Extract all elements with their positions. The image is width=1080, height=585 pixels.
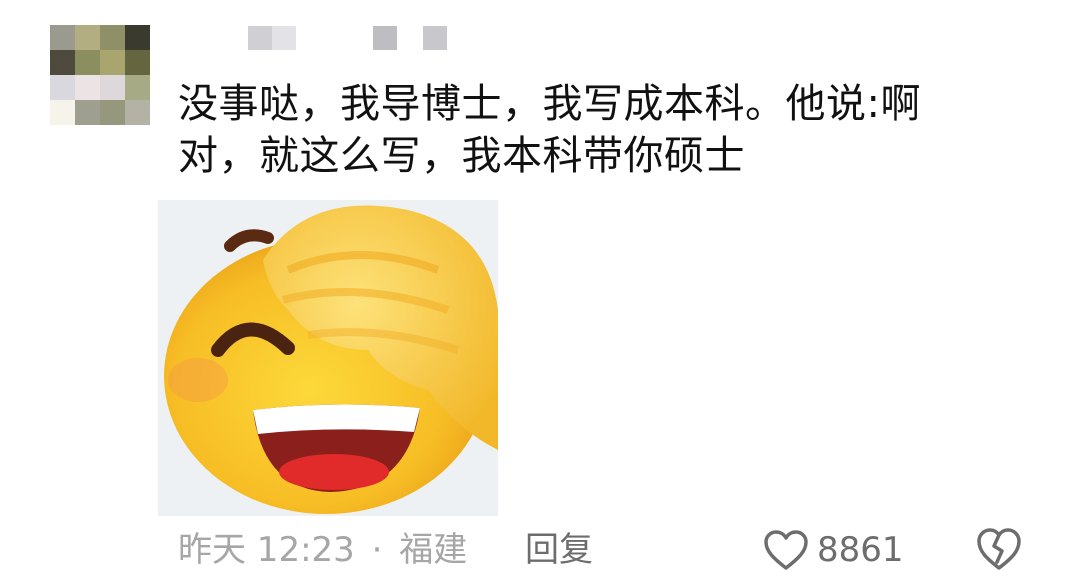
username-blurred[interactable] xyxy=(178,26,478,50)
heart-outline-icon xyxy=(764,530,808,570)
avatar[interactable] xyxy=(50,25,150,125)
location: 福建 xyxy=(399,530,468,570)
tongue xyxy=(279,454,389,490)
comment-line-2: 对，就这么写，我本科带你硕士 xyxy=(178,133,745,179)
reply-button[interactable]: 回复 xyxy=(525,528,593,572)
eyebrow xyxy=(224,229,274,252)
like-button[interactable]: 8861 xyxy=(763,526,904,574)
broken-heart-icon xyxy=(977,528,1021,570)
dislike-button[interactable] xyxy=(975,526,1023,574)
timestamp: 昨天 12:23 xyxy=(178,530,355,570)
comment-text: 没事哒，我导博士，我写成本科。他说:啊 对，就这么写，我本科带你硕士 xyxy=(178,78,1018,182)
meta-separator: · xyxy=(371,530,383,570)
facepalm-emoji-image xyxy=(164,205,498,514)
comment-line-1: 没事哒，我导博士，我写成本科。他说:啊 xyxy=(178,81,921,127)
like-count: 8861 xyxy=(817,530,904,570)
comment-meta: 昨天 12:23 · 福建 xyxy=(178,528,467,572)
facepalm-emoji-sticker[interactable] xyxy=(158,200,498,516)
